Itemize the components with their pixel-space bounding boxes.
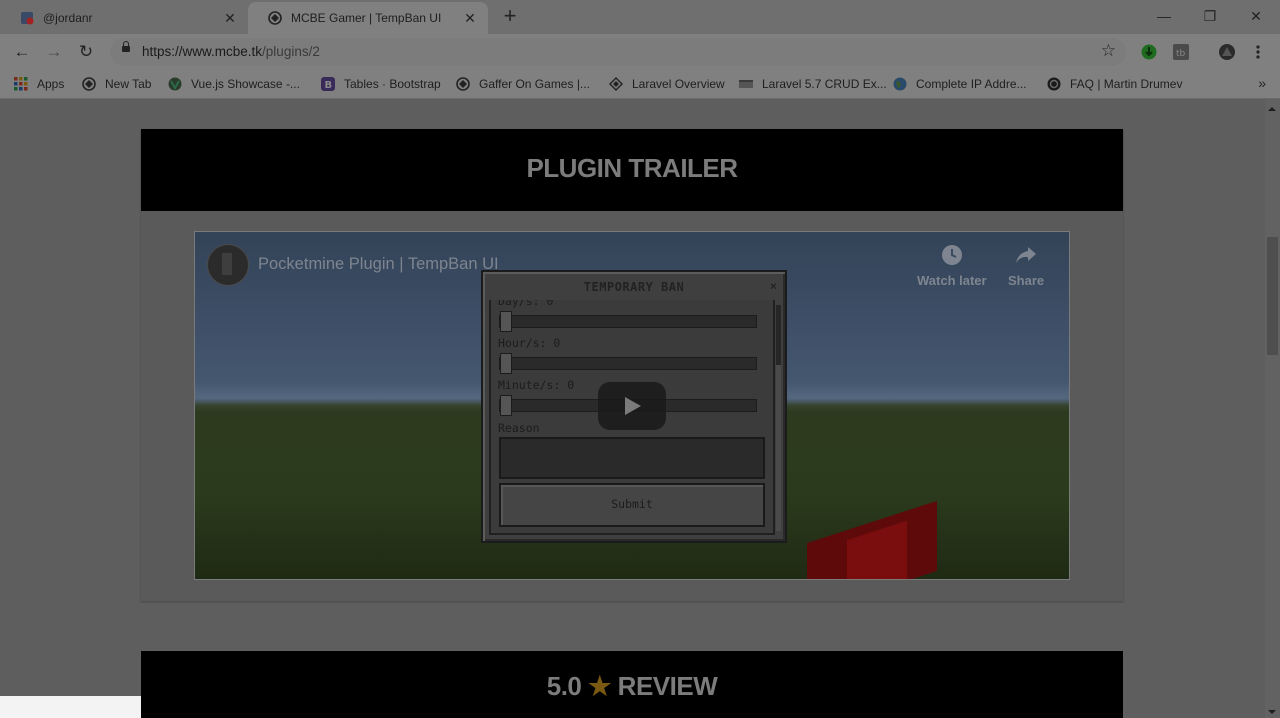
bookmark-label: Vue.js Showcase -... bbox=[191, 77, 300, 91]
slider-knob[interactable] bbox=[500, 395, 512, 416]
reason-label: Reason bbox=[498, 421, 540, 435]
bookmark-label: Apps bbox=[37, 77, 65, 91]
bookmarks-overflow-button[interactable]: » bbox=[1258, 75, 1266, 91]
tb-extension-icon[interactable]: tb bbox=[1173, 44, 1189, 60]
lock-icon bbox=[122, 41, 130, 52]
tab-title: @jordanr bbox=[43, 11, 93, 25]
trailer-heading: PLUGIN TRAILER bbox=[141, 129, 1123, 211]
bookmark-apps[interactable]: Apps bbox=[14, 76, 64, 92]
restore-button[interactable]: ❐ bbox=[1198, 6, 1222, 26]
page-icon bbox=[739, 80, 753, 88]
hours-label: Hour/s: 0 bbox=[498, 336, 561, 350]
page-content: PLUGIN TRAILER Pocketmine Plugin | TempB… bbox=[0, 99, 1280, 718]
video-red-block bbox=[807, 500, 937, 579]
minutes-label: Minute/s: 0 bbox=[498, 378, 575, 392]
watch-later-label: Watch later bbox=[917, 273, 987, 288]
bookmarks-bar: Apps New Tab Vue.js Showcase -... B Tabl… bbox=[0, 70, 1280, 99]
form-close-icon[interactable]: × bbox=[770, 279, 777, 293]
bookmark-label: FAQ | Martin Drumev bbox=[1070, 77, 1183, 91]
watch-later-button[interactable]: Watch later bbox=[917, 244, 987, 288]
vue-icon bbox=[168, 77, 182, 91]
share-arrow-icon bbox=[1016, 247, 1037, 263]
review-card: 5.0 ★ REVIEW bbox=[141, 651, 1123, 718]
channel-avatar[interactable] bbox=[207, 244, 249, 286]
reason-input[interactable] bbox=[499, 437, 765, 479]
bookmark-label: New Tab bbox=[105, 77, 152, 91]
globe-icon bbox=[82, 77, 96, 91]
globe-icon bbox=[456, 77, 470, 91]
bookmark-label: Gaffer On Games |... bbox=[479, 77, 590, 91]
app-favicon-icon bbox=[21, 12, 34, 25]
tab-mcbe-gamer[interactable]: MCBE Gamer | TempBan UI ✕ bbox=[248, 2, 488, 34]
browser-toolbar: ← → ↻ https://www.mcbe.tk/plugins/2 ☆ tb bbox=[0, 34, 1280, 70]
back-button[interactable]: ← bbox=[11, 42, 33, 62]
tab-title: MCBE Gamer | TempBan UI bbox=[291, 11, 442, 25]
slider-knob[interactable] bbox=[500, 311, 512, 332]
submit-button[interactable]: Submit bbox=[499, 483, 765, 527]
bookmark-label: Complete IP Addre... bbox=[916, 77, 1027, 91]
bookmark-label: Tables · Bootstrap bbox=[344, 77, 441, 91]
svg-text:tb: tb bbox=[1176, 49, 1186, 59]
play-icon[interactable] bbox=[598, 382, 666, 430]
review-heading: 5.0 ★ REVIEW bbox=[141, 671, 1123, 702]
window-close-button[interactable]: ✕ bbox=[1244, 6, 1268, 26]
bookmark-new-tab[interactable]: New Tab bbox=[82, 76, 151, 92]
url-path: /plugins/2 bbox=[262, 44, 320, 59]
forward-button[interactable]: → bbox=[43, 42, 65, 62]
form-scrollbar[interactable] bbox=[776, 305, 781, 531]
share-label: Share bbox=[1008, 273, 1045, 288]
bootstrap-icon: B bbox=[321, 77, 335, 91]
tab-close-icon[interactable]: ✕ bbox=[462, 10, 478, 27]
bookmark-gaffer-on-games[interactable]: Gaffer On Games |... bbox=[456, 76, 590, 92]
minimize-button[interactable]: — bbox=[1152, 6, 1176, 26]
video-title[interactable]: Pocketmine Plugin | TempBan UI bbox=[258, 255, 499, 274]
svg-text:B: B bbox=[325, 80, 333, 91]
scrollbar-thumb[interactable] bbox=[1267, 237, 1278, 355]
clock-icon bbox=[941, 245, 962, 265]
page-scrollbar[interactable] bbox=[1265, 99, 1280, 718]
bottom-left-panel bbox=[0, 696, 141, 718]
share-button[interactable]: Share bbox=[1008, 244, 1044, 288]
url-text[interactable]: https://www.mcbe.tk/plugins/2 bbox=[142, 44, 320, 59]
bookmark-vue-showcase[interactable]: Vue.js Showcase -... bbox=[168, 76, 300, 92]
slider-knob[interactable] bbox=[500, 353, 512, 374]
bookmark-faq-martin-drumev[interactable]: FAQ | Martin Drumev bbox=[1047, 76, 1182, 92]
globe-icon bbox=[268, 11, 282, 25]
hours-slider[interactable] bbox=[499, 353, 757, 374]
laravel-icon bbox=[609, 77, 623, 91]
tab-jordanr[interactable]: @jordanr ✕ bbox=[0, 2, 248, 34]
bookmark-bootstrap-tables[interactable]: B Tables · Bootstrap bbox=[321, 76, 441, 92]
bookmark-complete-ip[interactable]: Complete IP Addre... bbox=[893, 76, 1027, 92]
url-host: https://www.mcbe.tk bbox=[142, 44, 263, 59]
scroll-down-icon[interactable] bbox=[1268, 710, 1276, 714]
menu-kebab-icon[interactable] bbox=[1252, 44, 1264, 60]
address-bar[interactable]: https://www.mcbe.tk/plugins/2 ☆ bbox=[110, 38, 1126, 66]
days-slider[interactable] bbox=[499, 311, 757, 332]
green-extension-icon[interactable] bbox=[1141, 44, 1157, 60]
apps-grid-icon bbox=[14, 77, 28, 91]
new-tab-button[interactable]: + bbox=[500, 5, 520, 27]
bookmark-star-icon[interactable]: ☆ bbox=[1101, 41, 1116, 61]
form-title: TEMPORARY BAN bbox=[583, 280, 685, 294]
scroll-up-icon[interactable] bbox=[1268, 107, 1276, 111]
youtube-video-embed[interactable]: Pocketmine Plugin | TempBan UI Watch lat… bbox=[194, 231, 1070, 580]
profile-avatar-icon[interactable] bbox=[1218, 43, 1236, 61]
earth-icon bbox=[893, 77, 907, 91]
bookmark-laravel-overview[interactable]: Laravel Overview bbox=[609, 76, 725, 92]
trailer-card: PLUGIN TRAILER Pocketmine Plugin | TempB… bbox=[141, 129, 1123, 601]
review-score: 5.0 bbox=[546, 671, 582, 701]
tab-close-icon[interactable]: ✕ bbox=[222, 10, 238, 27]
star-icon: ★ bbox=[588, 671, 611, 701]
bookmark-label: Laravel 5.7 CRUD Ex... bbox=[762, 77, 887, 91]
reload-button[interactable]: ↻ bbox=[75, 42, 97, 62]
tab-strip: @jordanr ✕ MCBE Gamer | TempBan UI ✕ + —… bbox=[0, 0, 1280, 34]
faq-icon bbox=[1047, 77, 1061, 91]
days-label: Day/s: 0 bbox=[498, 300, 554, 308]
review-label: REVIEW bbox=[617, 671, 718, 701]
bookmark-laravel-crud[interactable]: Laravel 5.7 CRUD Ex... bbox=[739, 76, 887, 92]
bookmark-label: Laravel Overview bbox=[632, 77, 725, 91]
